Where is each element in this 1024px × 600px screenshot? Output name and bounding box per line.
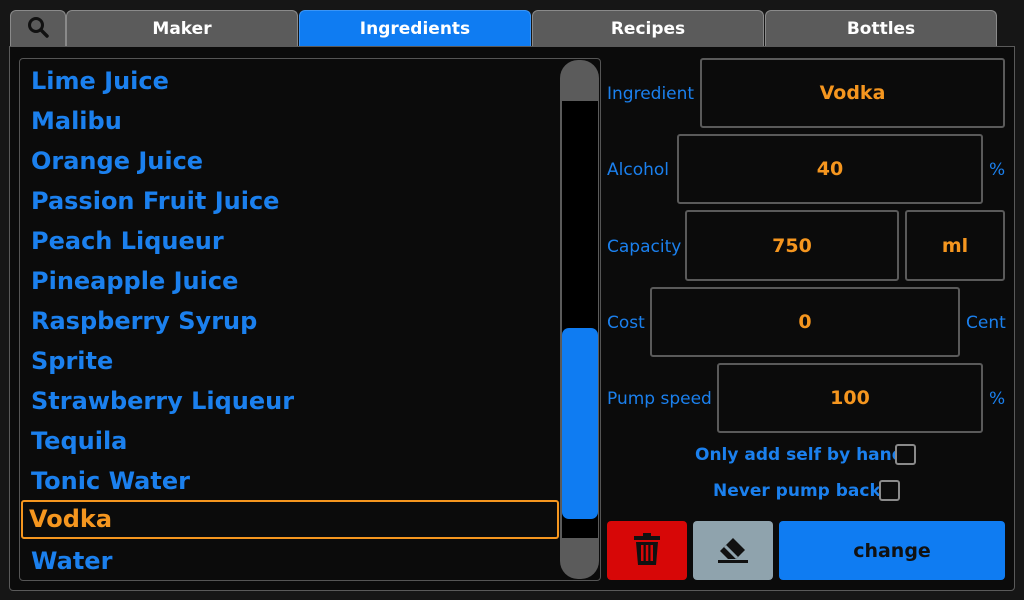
pump-speed-field[interactable]: 100: [717, 363, 983, 433]
pump-speed-label: Pump speed: [607, 389, 712, 409]
delete-button[interactable]: [607, 521, 687, 580]
list-item[interactable]: Malibu: [21, 102, 559, 141]
only-by-hand-label: Only add self by hand: [695, 445, 904, 465]
scrollbar-thumb[interactable]: [562, 328, 598, 519]
list-item[interactable]: Peach Liqueur: [21, 222, 559, 261]
change-button[interactable]: change: [779, 521, 1005, 580]
only-by-hand-checkbox[interactable]: [895, 444, 916, 465]
list-item[interactable]: Passion Fruit Juice: [21, 182, 559, 221]
eraser-icon: [716, 534, 750, 568]
list-item[interactable]: Tonic Water: [21, 462, 559, 501]
cost-unit: Cent: [966, 313, 1006, 333]
list-item[interactable]: Pineapple Juice: [21, 262, 559, 301]
alcohol-field[interactable]: 40: [677, 134, 983, 204]
never-pump-back-label: Never pump back: [713, 481, 881, 501]
tab-search[interactable]: [10, 10, 66, 47]
tab-recipes[interactable]: Recipes: [532, 10, 764, 47]
list-item[interactable]: Strawberry Liqueur: [21, 382, 559, 421]
ingredient-label: Ingredient: [607, 84, 695, 104]
capacity-unit-field[interactable]: ml: [905, 210, 1005, 281]
list-item[interactable]: Water: [21, 542, 559, 580]
alcohol-unit: %: [989, 160, 1006, 180]
list-item[interactable]: Orange Juice: [21, 142, 559, 181]
ingredient-list[interactable]: Lime Juice Malibu Orange Juice Passion F…: [19, 58, 601, 581]
tab-ingredients[interactable]: Ingredients: [299, 10, 531, 47]
capacity-field[interactable]: 750: [685, 210, 899, 281]
search-icon: [26, 15, 50, 44]
ingredient-name-field[interactable]: Vodka: [700, 58, 1005, 128]
capacity-label: Capacity: [607, 237, 682, 257]
tab-maker[interactable]: Maker: [66, 10, 298, 47]
trash-icon: [633, 532, 661, 569]
clear-button[interactable]: [693, 521, 773, 580]
cost-field[interactable]: 0: [650, 287, 960, 357]
cost-label: Cost: [607, 313, 645, 333]
list-item-selected[interactable]: Vodka: [21, 500, 559, 539]
list-item[interactable]: Raspberry Syrup: [21, 302, 559, 341]
never-pump-back-checkbox[interactable]: [879, 480, 900, 501]
list-item[interactable]: Tequila: [21, 422, 559, 461]
tab-bottles[interactable]: Bottles: [765, 10, 997, 47]
pump-speed-unit: %: [989, 389, 1006, 409]
list-item[interactable]: Sprite: [21, 342, 559, 381]
alcohol-label: Alcohol: [607, 160, 669, 180]
list-item[interactable]: Lime Juice: [21, 62, 559, 101]
